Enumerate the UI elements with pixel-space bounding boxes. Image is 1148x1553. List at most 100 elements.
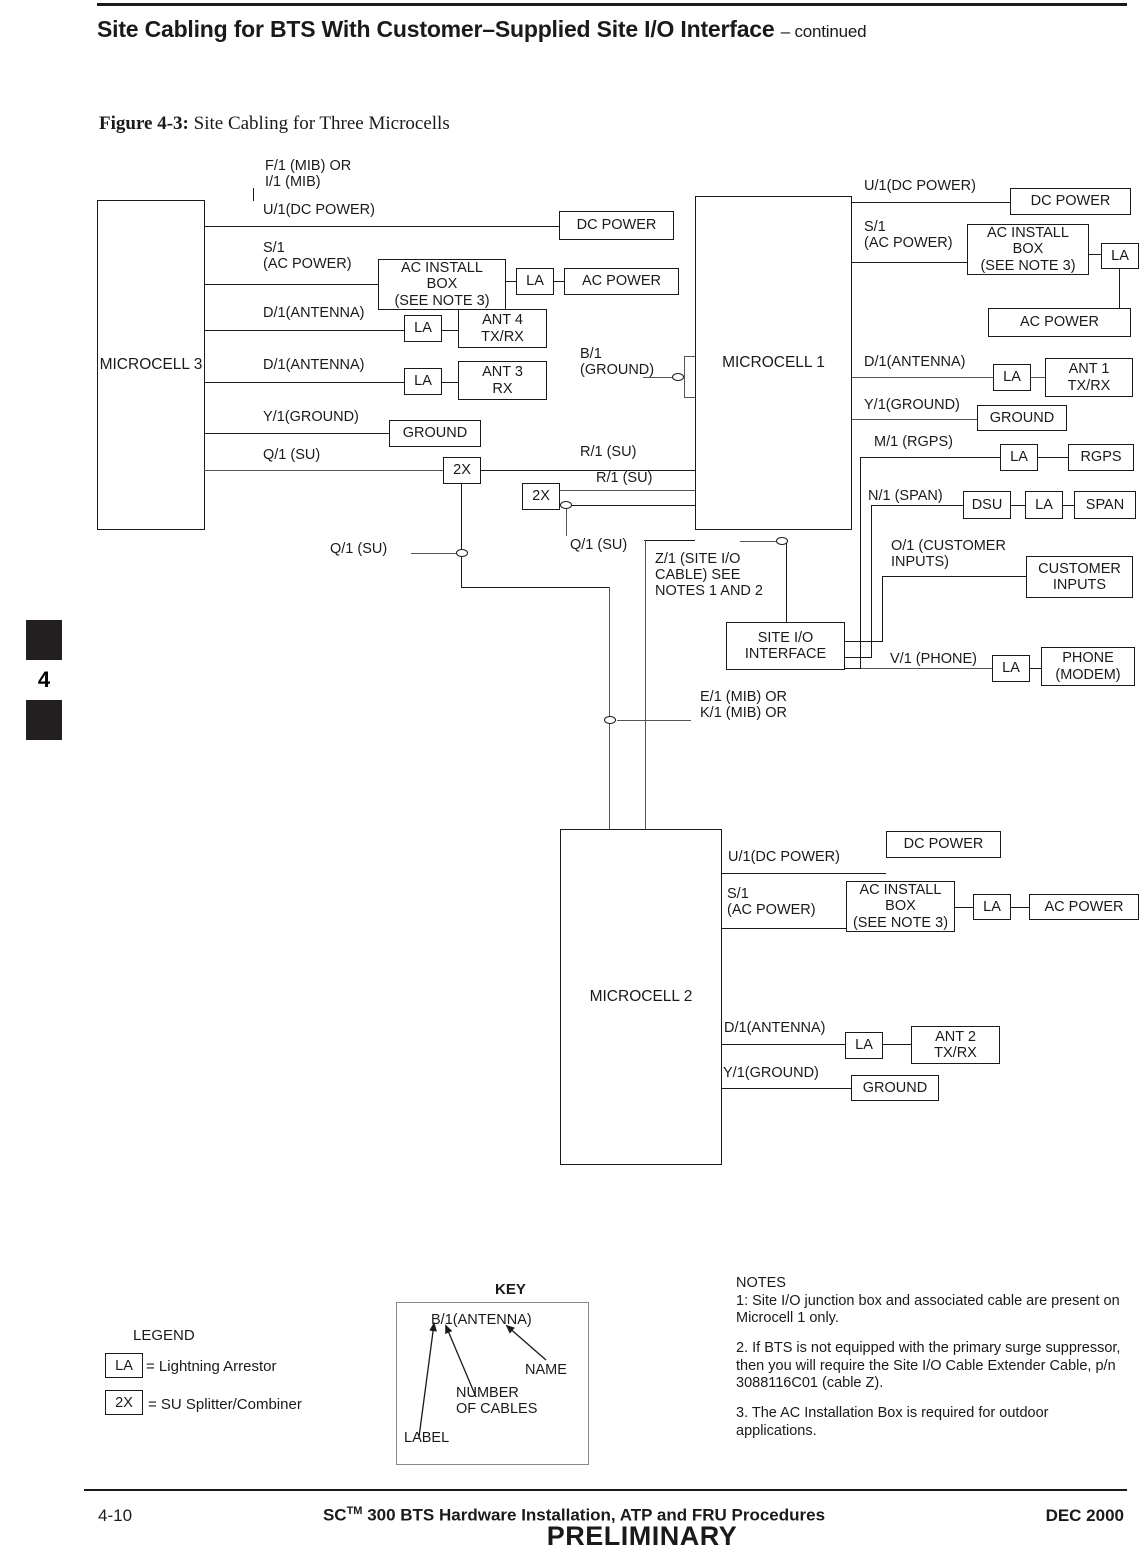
figure-caption-text: Site Cabling for Three Microcells (193, 113, 450, 134)
microcell-2-box: MICROCELL 2 (560, 829, 722, 1165)
la-ant2-box: LA (845, 1032, 883, 1059)
line-b1-ground (643, 377, 673, 379)
line-2x-to-mc2-horiz (461, 587, 610, 589)
line-acbox-la-mc3 (506, 281, 516, 283)
line-r1-su-top (481, 470, 696, 472)
line-la-span (1063, 505, 1074, 507)
splitter-2x-mid: 2X (522, 483, 560, 510)
line-m1-rgps (861, 457, 1000, 459)
legend-title: LEGEND (133, 1327, 195, 1344)
connector-q1-su-left (456, 549, 468, 557)
line-u1-dc-mc2 (722, 873, 886, 875)
label-q1-su-right: Q/1 (SU) (570, 537, 628, 553)
line-dsu-la (1011, 505, 1025, 507)
label-u1-dc-power-mc3: U/1(DC POWER) (263, 202, 375, 218)
line-b1-bracket-v (684, 356, 686, 398)
ground-box-mc2: GROUND (851, 1075, 939, 1101)
line-r1-su-bottom (560, 490, 696, 492)
line-siteio-to-mc1 (786, 541, 788, 622)
la-ac-box-mc3: LA (516, 268, 554, 295)
trademark-icon: TM (346, 1505, 363, 1517)
line-y1-ground-mc2 (722, 1088, 851, 1090)
label-o1-customer-inputs: O/1 (CUSTOMER INPUTS) (891, 538, 1006, 571)
line-m1-riser (860, 457, 862, 668)
label-u1-dc-power-mc2: U/1(DC POWER) (728, 849, 840, 865)
la-ant4-box: LA (404, 315, 442, 342)
la-ac-box-mc1: LA (1101, 243, 1139, 269)
label-m1-rgps: M/1 (RGPS) (874, 434, 953, 450)
key-title: KEY (495, 1281, 526, 1298)
notes-title: NOTES (736, 1275, 786, 1291)
line-o1-riser (882, 576, 884, 642)
note-item-2: 2. If BTS is not equipped with the prima… (736, 1340, 1121, 1392)
ac-install-box-mc2: AC INSTALL BOX (SEE NOTE 3) (846, 881, 955, 932)
line-siteio-tap (740, 541, 776, 543)
chapter-tab-number: 4 (37, 667, 51, 692)
la-ac-box-mc2: LA (973, 894, 1011, 920)
line-acbox-la-mc2 (955, 907, 973, 909)
line-s1-ac-mc1 (852, 262, 967, 264)
ac-install-box-mc1: AC INSTALL BOX (SEE NOTE 3) (967, 224, 1089, 275)
figure-caption: Figure 4-3: Site Cabling for Three Micro… (99, 113, 450, 135)
label-q1-su-mc3: Q/1 (SU) (263, 447, 321, 463)
line-q1-su-mc3 (204, 470, 443, 472)
phone-modem-box: PHONE (MODEM) (1041, 647, 1135, 686)
connector-q1-su-right (560, 501, 572, 509)
splitter-2x-mc3: 2X (443, 457, 481, 484)
line-la-to-acpower-mc1 (1119, 269, 1121, 308)
connector-b1-ground (672, 373, 684, 381)
label-d1-antenna-ant4: D/1(ANTENNA) (263, 305, 365, 321)
ant3-box: ANT 3 RX (458, 361, 547, 400)
site-io-interface-box: SITE I/O INTERFACE (726, 622, 845, 670)
line-2x-down (461, 484, 463, 588)
line-mib-drop (253, 188, 255, 201)
la-span-box: LA (1025, 491, 1063, 519)
la-phone-box: LA (992, 655, 1030, 682)
line-d1-ant4 (204, 330, 404, 332)
line-n1-span (872, 505, 963, 507)
label-s1-ac-power-mc1: S/1 (AC POWER) (864, 219, 953, 252)
line-s1-ac-mc3 (204, 284, 378, 286)
line-d1-ant3 (204, 382, 404, 384)
ac-power-box-mc3: AC POWER (564, 268, 679, 295)
line-d1-ant2 (722, 1044, 845, 1046)
label-u1-dc-power-mc1: U/1(DC POWER) (864, 178, 976, 194)
ac-power-box-mc2: AC POWER (1029, 894, 1139, 920)
line-acbox-la-mc1 (1089, 254, 1101, 256)
chapter-tab-upper (26, 620, 62, 660)
chapter-tab-lower (26, 700, 62, 740)
line-siteio-out-upper (845, 641, 883, 643)
line-v1-phone (845, 668, 992, 670)
line-la-acpower-mc2 (1011, 907, 1029, 909)
note-item-1: 1: Site I/O junction box and associated … (736, 1292, 1120, 1327)
label-d1-antenna-ant1: D/1(ANTENNA) (864, 354, 966, 370)
ground-box-mc1: GROUND (977, 405, 1067, 431)
line-q1-su-left (411, 553, 457, 555)
label-e1-k1-mib: E/1 (MIB) OR K/1 (MIB) OR (700, 689, 788, 722)
key-arrows (418, 1322, 547, 1438)
header-rule (97, 3, 1127, 6)
microcell-3-label: MICROCELL 3 (99, 356, 203, 374)
line-s1-ac-mc2 (722, 928, 846, 930)
line-la-acpower-mc3 (554, 281, 564, 283)
legend-symbol-la: LA (105, 1353, 143, 1378)
label-d1-antenna-ant3: D/1(ANTENNA) (263, 357, 365, 373)
label-z1-site-io-cable: Z/1 (SITE I/O CABLE) SEE NOTES 1 AND 2 (655, 551, 763, 600)
microcell-3-right-spine (204, 200, 206, 530)
notes-block: NOTES 1: Site I/O junction box and assoc… (736, 1275, 1126, 1453)
label-f1-i1-mib: F/1 (MIB) OR I/1 (MIB) (265, 158, 352, 191)
ant2-box: ANT 2 TX/RX (911, 1026, 1000, 1064)
customer-inputs-box: CUSTOMER INPUTS (1026, 556, 1133, 598)
ground-box-mc3: GROUND (389, 420, 481, 447)
label-r1-su-bottom: R/1 (SU) (596, 470, 653, 486)
line-u1-dc-mc3 (204, 226, 559, 228)
line-o1-customer (883, 576, 1026, 578)
line-z1-drop (645, 540, 647, 829)
label-y1-ground-mc1: Y/1(GROUND) (864, 397, 960, 413)
line-siteio-out-v1 (845, 668, 861, 670)
connector-e1-mib (604, 716, 616, 724)
span-box: SPAN (1074, 491, 1136, 519)
line-q1-su-right-upper (560, 505, 696, 507)
label-n1-span: N/1 (SPAN) (868, 488, 943, 504)
line-la-ant1 (1031, 377, 1045, 379)
